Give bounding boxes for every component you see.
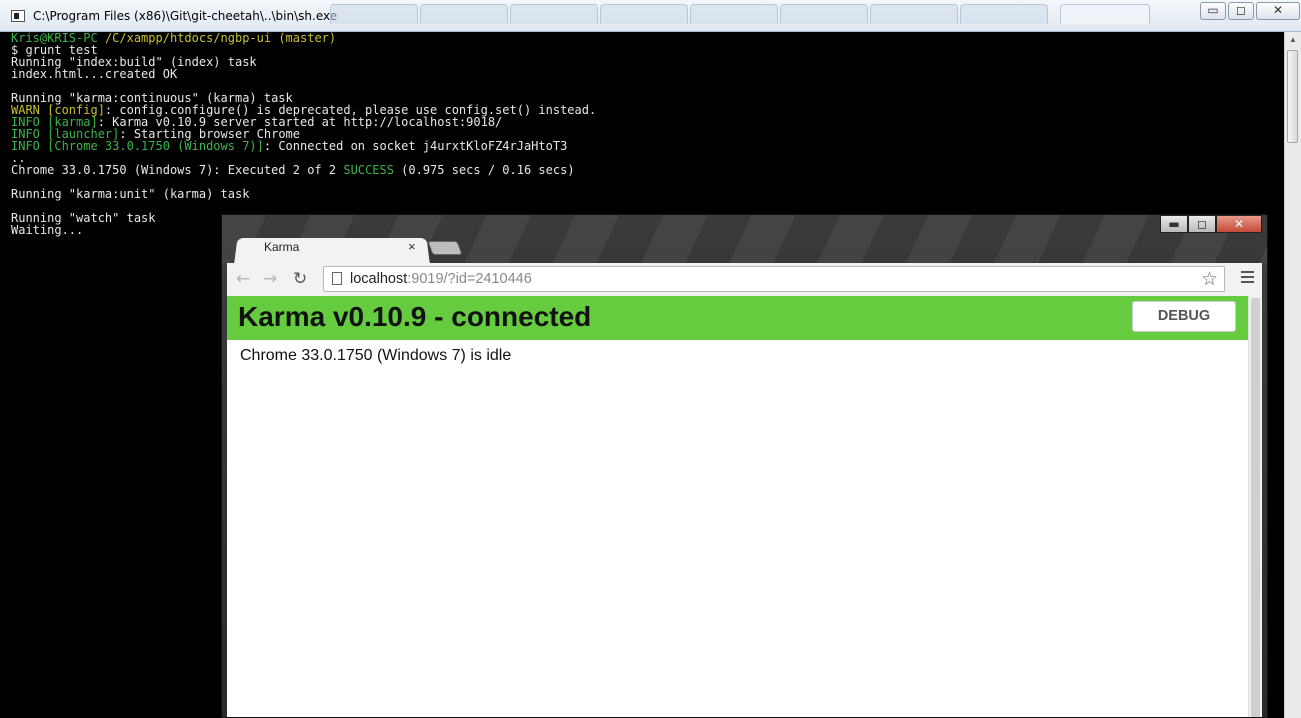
- terminal-line: Waiting...: [11, 223, 84, 237]
- console-close-button[interactable]: ✕: [1256, 2, 1300, 20]
- url-text: localhost:9019/?id=2410446: [350, 271, 532, 287]
- browser-toolbar: ← → ↻ localhost:9019/?id=2410446 ☆: [227, 263, 1262, 297]
- terminal-line: Running "karma:unit" (karma) task: [11, 187, 250, 201]
- prompt-path: /C/xampp/htdocs/ngbp-ui (master): [104, 31, 337, 45]
- background-browser-tab: [690, 4, 778, 24]
- page-icon: [332, 272, 342, 285]
- console-maximize-button[interactable]: ◻: [1228, 2, 1254, 20]
- url-path: :9019/?id=2410446: [407, 271, 532, 287]
- terminal-line: Chrome 33.0.1750 (Windows 7): Executed 2…: [11, 163, 344, 177]
- background-browser-tab: [780, 4, 868, 24]
- back-icon[interactable]: ←: [236, 269, 250, 289]
- background-browser-tab: [330, 4, 418, 24]
- console-titlebar: C:\Program Files (x86)\Git\git-cheetah\.…: [0, 0, 1301, 32]
- page-viewport: Karma v0.10.9 - connected DEBUG Chrome 3…: [227, 296, 1248, 717]
- menu-icon[interactable]: [1241, 271, 1254, 283]
- background-browser-tab: [510, 4, 598, 24]
- scrollbar-thumb[interactable]: [1287, 50, 1298, 143]
- terminal-output: Kris@KRIS-PC /C/xampp/htdocs/ngbp-ui (ma…: [11, 32, 596, 236]
- browser-close-button[interactable]: ✕: [1216, 215, 1262, 233]
- tab-title: Karma: [264, 240, 300, 254]
- page-scrollbar-thumb[interactable]: [1251, 298, 1260, 717]
- console-minimize-button[interactable]: ▭: [1200, 2, 1226, 20]
- page-scrollbar[interactable]: [1248, 296, 1262, 717]
- browser-window: ▬ ◻ ✕ Karma × ← → ↻ localhost:9019/?id=2…: [221, 214, 1268, 718]
- console-window-title: C:\Program Files (x86)\Git\git-cheetah\.…: [33, 9, 338, 23]
- background-browser-tab: [600, 4, 688, 24]
- browser-maximize-button[interactable]: ◻: [1188, 215, 1216, 233]
- address-bar[interactable]: localhost:9019/?id=2410446 ☆: [323, 266, 1225, 292]
- banner-title: Karma v0.10.9 - connected: [238, 301, 592, 332]
- background-browser-tab: [420, 4, 508, 24]
- browser-minimize-button[interactable]: ▬: [1160, 215, 1188, 233]
- tab-close-icon[interactable]: ×: [408, 239, 416, 254]
- bookmark-star-icon[interactable]: ☆: [1201, 268, 1218, 290]
- browser-status-text: Chrome 33.0.1750 (Windows 7) is idle: [240, 347, 512, 364]
- background-browser-tab: [870, 4, 958, 24]
- forward-icon[interactable]: →: [263, 269, 277, 289]
- info-tag: INFO [Chrome 33.0.1750 (Windows 7)]: [11, 139, 264, 153]
- browser-window-controls: ▬ ◻ ✕: [1160, 215, 1262, 233]
- console-scrollbar[interactable]: ▲: [1284, 32, 1301, 718]
- terminal-line: index.html...created OK: [11, 67, 178, 81]
- karma-banner: Karma v0.10.9 - connected DEBUG: [227, 296, 1248, 340]
- scroll-up-icon[interactable]: ▲: [1285, 32, 1301, 48]
- success-text: SUCCESS: [343, 163, 394, 177]
- debug-button[interactable]: DEBUG: [1132, 301, 1236, 332]
- url-host: localhost: [350, 271, 408, 287]
- new-tab-button[interactable]: [427, 241, 463, 255]
- terminal-line: (0.975 secs / 0.16 secs): [393, 163, 575, 177]
- terminal-line: : Connected on socket j4urxtKloFZ4rJaHto…: [263, 139, 568, 153]
- background-browser-tab: [960, 4, 1048, 24]
- console-app-icon: [11, 10, 25, 22]
- reload-icon[interactable]: ↻: [293, 269, 307, 289]
- background-browser-tab: [1060, 4, 1150, 24]
- console-window-controls: ▭ ◻ ✕: [1200, 2, 1300, 20]
